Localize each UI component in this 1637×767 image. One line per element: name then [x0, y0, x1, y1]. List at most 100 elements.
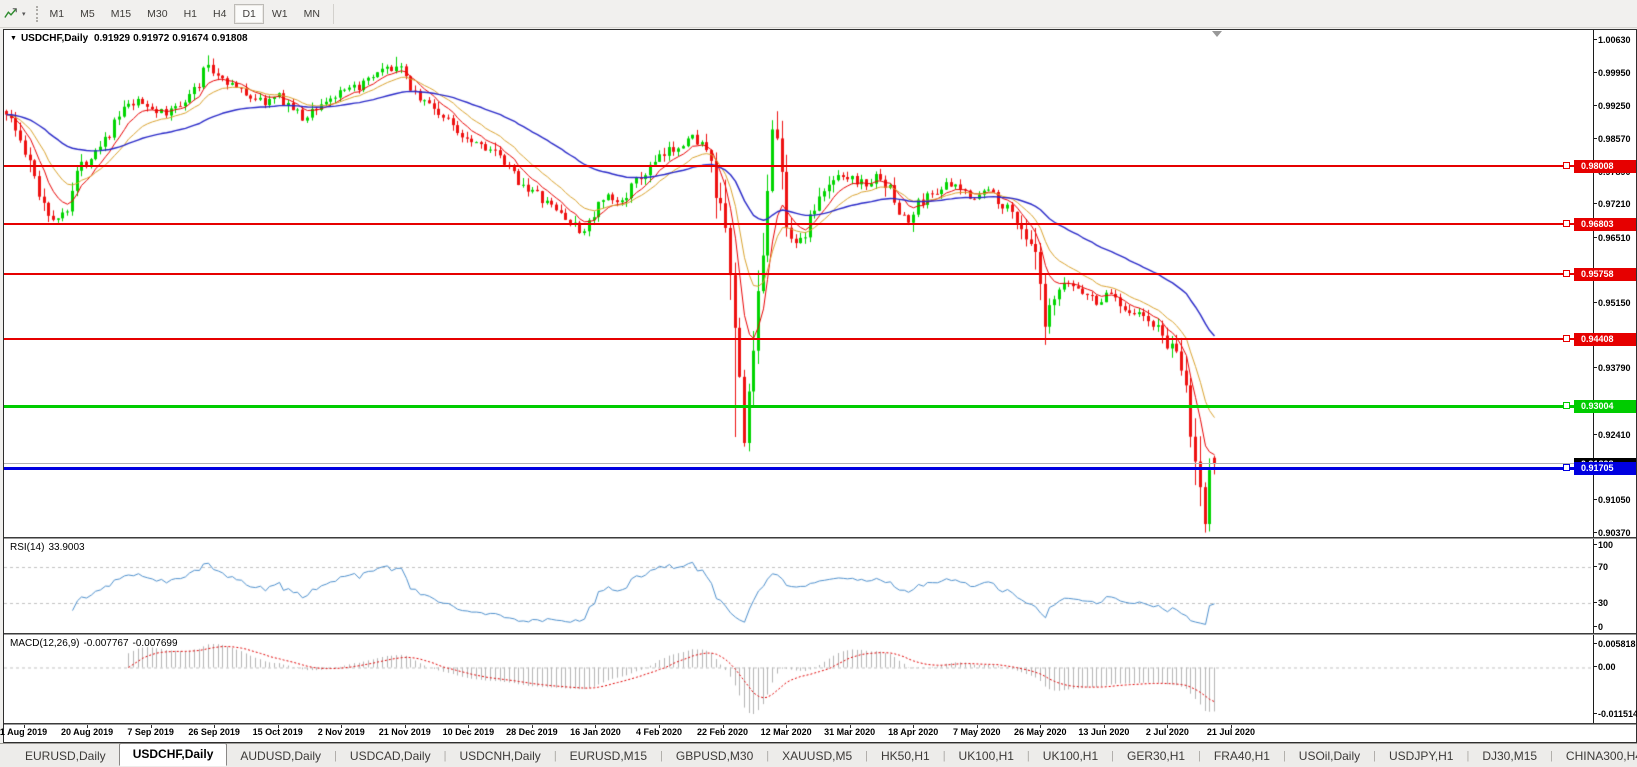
timeframe-w1[interactable]: W1	[264, 4, 296, 24]
date-axis-label: 21 Jul 2020	[1206, 727, 1255, 737]
collapse-indicator-icon[interactable]: ▼	[10, 35, 17, 42]
toolbar-grip[interactable]	[35, 5, 38, 22]
date-axis-tick	[404, 725, 406, 728]
tab-dj30-m15[interactable]: DJ30,M15	[1469, 746, 1550, 766]
hline-0.93004[interactable]	[4, 404, 1593, 408]
macd-label: MACD(12,26,9) -0.007767 -0.007699	[10, 638, 182, 649]
tab-uk100-h1[interactable]: UK100,H1	[1030, 746, 1111, 766]
hline-0.98008[interactable]	[4, 164, 1593, 167]
timeframe-m15[interactable]: M15	[103, 4, 139, 24]
date-axis-label: 2 Nov 2019	[317, 727, 365, 737]
price-axis-tick: 0.97210	[1593, 199, 1631, 210]
date-axis-tick	[1040, 725, 1042, 728]
date-axis-label: 7 May 2020	[952, 727, 1001, 737]
date-axis-tick	[786, 725, 788, 728]
rsi-axis-tick: 70	[1592, 562, 1609, 572]
date-axis-tick	[976, 725, 978, 728]
timeframe-h4[interactable]: H4	[205, 4, 234, 24]
hline-handle[interactable]	[1563, 464, 1570, 472]
hline-0.95758[interactable]	[4, 272, 1593, 275]
date-axis-label: 13 Jun 2020	[1078, 727, 1130, 737]
pane-divider-main-rsi[interactable]	[4, 537, 1636, 539]
rsi-pane-canvas[interactable]	[4, 539, 1593, 633]
date-axis-label: 4 Feb 2020	[635, 727, 683, 737]
tab-uk100-h1[interactable]: UK100,H1	[946, 746, 1027, 766]
macd-main-value: -0.007767	[83, 638, 129, 649]
hline-price-label: 0.98008	[1574, 159, 1636, 173]
price-axis-tick: 0.92410	[1593, 429, 1631, 440]
price-axis-tick: 0.99250	[1593, 101, 1631, 112]
pane-divider-rsi-macd[interactable]	[4, 633, 1636, 635]
main-chart-canvas[interactable]	[4, 30, 1593, 537]
date-axis-tick	[849, 725, 851, 728]
date-axis-tick	[531, 725, 533, 728]
tab-china300-h4[interactable]: CHINA300,H4	[1553, 746, 1637, 766]
hline-handle[interactable]	[1563, 219, 1570, 227]
macd-axis-tick: 0.005818	[1593, 639, 1636, 649]
date-axis-label: 28 Dec 2019	[506, 727, 558, 737]
hline-handle[interactable]	[1563, 161, 1570, 169]
timeframe-h1[interactable]: H1	[176, 4, 205, 24]
hline-0.96803[interactable]	[4, 222, 1593, 225]
toolbar-dropdown-caret-icon[interactable]: ▾	[22, 10, 26, 18]
date-axis-label: 26 May 2020	[1014, 727, 1067, 737]
date-axis-tick	[468, 725, 470, 728]
toolbar-separator	[332, 3, 334, 24]
tab-usdcad-daily[interactable]: USDCAD,Daily	[337, 746, 444, 766]
chart-tool-icon[interactable]	[4, 7, 18, 21]
date-axis-label: 10 Dec 2019	[442, 727, 495, 737]
rsi-value: 33.9003	[48, 542, 85, 553]
tab-usdchf-daily[interactable]: USDCHF,Daily	[118, 743, 228, 766]
date-axis-tick	[87, 725, 89, 728]
date-axis-label: 22 Feb 2020	[697, 727, 749, 737]
tab-gbpusd-m30[interactable]: GBPUSD,M30	[663, 746, 766, 766]
tab-eurusd-m15[interactable]: EURUSD,M15	[557, 746, 660, 766]
tab-hk50-h1[interactable]: HK50,H1	[868, 746, 943, 766]
date-axis-tick	[150, 725, 152, 728]
tab-usdcnh-daily[interactable]: USDCNH,Daily	[446, 746, 553, 766]
date-axis-label: 1 Aug 2019	[0, 727, 48, 737]
price-axis-tick: 0.96510	[1593, 232, 1631, 243]
tab-fra40-h1[interactable]: FRA40,H1	[1201, 746, 1283, 766]
timeframe-m5[interactable]: M5	[72, 4, 103, 24]
timeframe-d1[interactable]: D1	[234, 3, 264, 24]
rsi-name: RSI(14)	[10, 542, 45, 553]
hline-handle[interactable]	[1563, 334, 1570, 342]
hline-0.91705[interactable]	[4, 466, 1593, 470]
tab-usdjpy-h1[interactable]: USDJPY,H1	[1376, 746, 1466, 766]
timeframe-m30[interactable]: M30	[139, 4, 175, 24]
price-axis-tick: 0.91050	[1593, 494, 1631, 505]
hline-handle[interactable]	[1563, 402, 1570, 410]
chart-symbol: USDCHF,Daily	[20, 33, 89, 44]
chart-shift-marker-icon[interactable]	[1212, 31, 1222, 37]
date-axis-label: 26 Sep 2019	[188, 727, 240, 737]
date-axis-tick	[1167, 725, 1169, 728]
ohlc-close: 0.91808	[211, 33, 248, 44]
hline-handle[interactable]	[1563, 269, 1570, 277]
pane-divider-macd-dates	[4, 723, 1636, 725]
hline-0.94408[interactable]	[4, 337, 1593, 340]
hline-price-label: 0.96803	[1574, 217, 1636, 231]
hline-price-label: 0.94408	[1574, 332, 1636, 346]
macd-axis-tick: -0.011514	[1592, 709, 1637, 719]
macd-pane-canvas[interactable]	[4, 635, 1593, 723]
tab-ger30-h1[interactable]: GER30,H1	[1114, 746, 1198, 766]
hline-price-label: 0.93004	[1574, 400, 1636, 414]
rsi-axis-tick: 100	[1592, 540, 1614, 550]
timeframe-m1[interactable]: M1	[42, 4, 73, 24]
ohlc-open: 0.91929	[93, 33, 131, 44]
tab-audusd-daily[interactable]: AUDUSD,Daily	[227, 746, 334, 766]
tab-eurusd-daily[interactable]: EURUSD,Daily	[12, 746, 119, 766]
chart-window: ▼ USDCHF,Daily 0.91929 0.91972 0.91674 0.918…	[0, 29, 1637, 743]
tab-xauusd-m5[interactable]: XAUUSD,M5	[769, 746, 865, 766]
date-axis-label: 7 Sep 2019	[127, 727, 174, 737]
date-axis-tick	[214, 725, 216, 728]
macd-signal-value: -0.007699	[132, 638, 178, 649]
date-axis-tick	[913, 725, 915, 728]
date-axis-tick	[341, 725, 343, 728]
chart-tabs: EURUSD,Daily USDCHF,Daily AUDUSD,Daily | USD…	[0, 743, 1637, 767]
timeframe-mn[interactable]: MN	[296, 4, 328, 24]
tab-usoil-daily[interactable]: USOil,Daily	[1286, 746, 1373, 766]
price-axis-tick: 0.93790	[1593, 363, 1631, 374]
date-axis-tick	[1103, 725, 1105, 728]
